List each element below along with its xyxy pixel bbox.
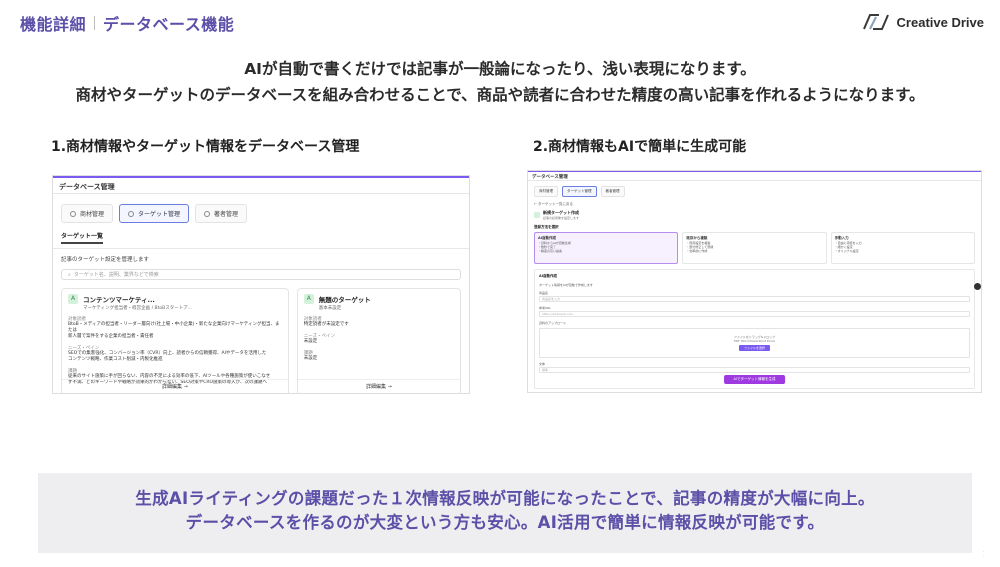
card-edit-link[interactable]: 詳細編集 → [62,379,288,390]
header-title: データベース機能 [103,15,235,34]
banner-line-1: 生成AIライティングの課題だった１次情報反映が可能になったことで、記事の精度が大… [135,489,875,508]
banner-line-2: データベースを作るのが大変という方も安心。AI活用で簡単に情報反映が可能です。 [185,513,825,532]
back-link[interactable]: ← ターゲット一覧に戻る [528,199,981,208]
target-avatar-icon [534,212,540,218]
lead-text: AIが自動で書くだけでは記事が一般論になったり、浅い表現になります。 商材やター… [0,57,1000,109]
new-target-sub: 記事の読者像を設定します [543,216,580,220]
summary-banner: 生成AIライティングの課題だった１次情報反映が可能になったことで、記事の精度が大… [38,473,972,553]
subtab-target-list[interactable]: ターゲット一覧 [53,227,469,249]
style-select[interactable]: 標準 [539,367,970,373]
header-category: 機能詳細 [20,15,87,34]
method-options: AI自動作成 ・資料からAIが自動生成 ・数秒で完了 ・精度の高い提案 既存から… [528,232,981,264]
target-cards: A コンテンツマーケティ... マーケティング担当者・経営企画 / BtoBスタ… [53,288,469,393]
screenshot-ai-generation: データベース管理 商材管理 ターゲット管理 著者管理 ← ターゲット一覧に戻る … [527,170,982,393]
target-avatar-icon: A [68,294,78,304]
target-avatar-icon: A [303,294,314,304]
option-manual[interactable]: 手動入力 ・自由に項目を入力 ・細かく設定 ・オリジナル設定 [830,232,975,264]
logo-mark-icon [862,14,889,30]
tab-author[interactable]: 著者管理 [600,186,625,197]
form-sub: ターゲット情報をAIが自動で作成します [539,283,593,287]
form-title: AI自動作成 [539,274,558,278]
card-value: 未設定 [303,356,318,361]
person-icon [204,210,211,217]
card-value: 未設定 [303,339,318,344]
logo-text: Creative Drive [896,14,984,30]
tab-target[interactable]: ターゲット管理 [119,204,190,223]
field-label: 参考URL [539,306,551,310]
screenshot-database-management: データベース管理 商材管理 ターゲット管理 著者管理 ターゲット一覧 記事のター… [52,175,470,394]
field-label: 資料のアップロード [539,321,567,325]
card-sub: マーケティング担当者・経営企画 / BtoBスタートア... [83,306,192,311]
product-name-input[interactable]: 商品名を入力 [539,296,970,302]
slide-header: 機能詳細 データベース機能 [20,10,234,36]
help-icon[interactable] [974,283,981,290]
tab-label: 著者管理 [214,211,239,218]
page-indicator-icon: · · [982,549,984,559]
header-separator [94,16,96,30]
target-card[interactable]: A コンテンツマーケティ... マーケティング担当者・経営企画 / BtoBスタ… [61,288,289,393]
search-placeholder: ターゲット名、説明、業界などで検索 [73,272,159,278]
tab-label: 商材管理 [80,211,105,218]
lead-line-2: 商材やターゲットのデータベースを組み合わせることで、商品や読者に合わせた精度の高… [75,86,925,104]
card-sub: 基本未設定 [318,306,342,311]
upload-button[interactable]: ファイルを選択 [738,345,770,351]
app-title-bar: データベース管理 [53,176,469,194]
tab-target[interactable]: ターゲット管理 [562,186,597,197]
section-2-title: 2.商材情報もAIで簡単に生成可能 [533,139,747,155]
option-ai-auto[interactable]: AI自動作成 ・資料からAIが自動生成 ・数秒で完了 ・精度の高い提案 [534,232,679,264]
card-name: 無題のターゲット [318,296,371,304]
tab-label: ターゲット管理 [138,211,181,218]
db-tabs: 商材管理 ターゲット管理 著者管理 [528,181,981,199]
box-icon [70,210,76,217]
select-method-label: 登録方法を選択 [534,225,559,229]
tab-author[interactable]: 著者管理 [195,204,248,223]
card-name: コンテンツマーケティ... [83,296,155,304]
company-logo: Creative Drive [861,10,984,34]
new-target-header: 新規ターゲット作成 記事の読者像を設定します [528,208,981,222]
tab-product[interactable]: 商材管理 [61,204,114,223]
field-label: 商品名 [539,291,549,295]
target-icon [128,210,135,217]
card-value: コンテンツ戦略、作業コスト削減・内製化推進 [68,357,163,362]
card-value: BtoB・メディアの担当者・リーダー層向け(社上場・中小企業)・新たな企業向けマ… [68,322,280,333]
tab-product[interactable]: 商材管理 [534,186,558,197]
target-search-input[interactable]: ⌕ ターゲット名、説明、業界などで検索 [61,269,461,280]
app-title-bar: データベース管理 [528,171,981,181]
field-label: 文体 [539,362,546,366]
card-value: 新人層で案件をする企業の担当者・責任者 [68,334,154,339]
ai-generate-form: AI自動作成 ターゲット情報をAIが自動で作成します 商品名 商品名を入力 参考… [534,269,975,389]
section-1-title: 1.商材情報やターゲット情報をデータベース管理 [51,139,360,155]
lead-line-1: AIが自動で書くだけでは記事が一般論になったり、浅い表現になります。 [244,60,756,78]
reference-url-input[interactable]: https://example.com [539,311,970,317]
card-edit-link[interactable]: 詳細編集 → [297,379,460,390]
target-card[interactable]: A 無題のターゲット 基本未設定 対象読者 特定読者が未設定です ニーズ・ペイン… [296,288,461,393]
db-tabs: 商材管理 ターゲット管理 著者管理 [53,194,469,227]
option-duplicate[interactable]: 既存から複製 ・既存設定を複製 ・部分修正して登録 ・効率的に作成 [682,232,827,264]
card-value: 特定読者が未設定です [303,322,349,327]
list-description: 記事のターゲット設定を管理します [61,257,150,263]
file-drop-zone[interactable]: ファイルをドラッグ&ドロップ PDF Word PowerPoint Excel… [539,328,970,358]
search-icon: ⌕ [68,271,71,278]
generate-button[interactable]: AIでターゲット情報を生成 [723,375,786,384]
